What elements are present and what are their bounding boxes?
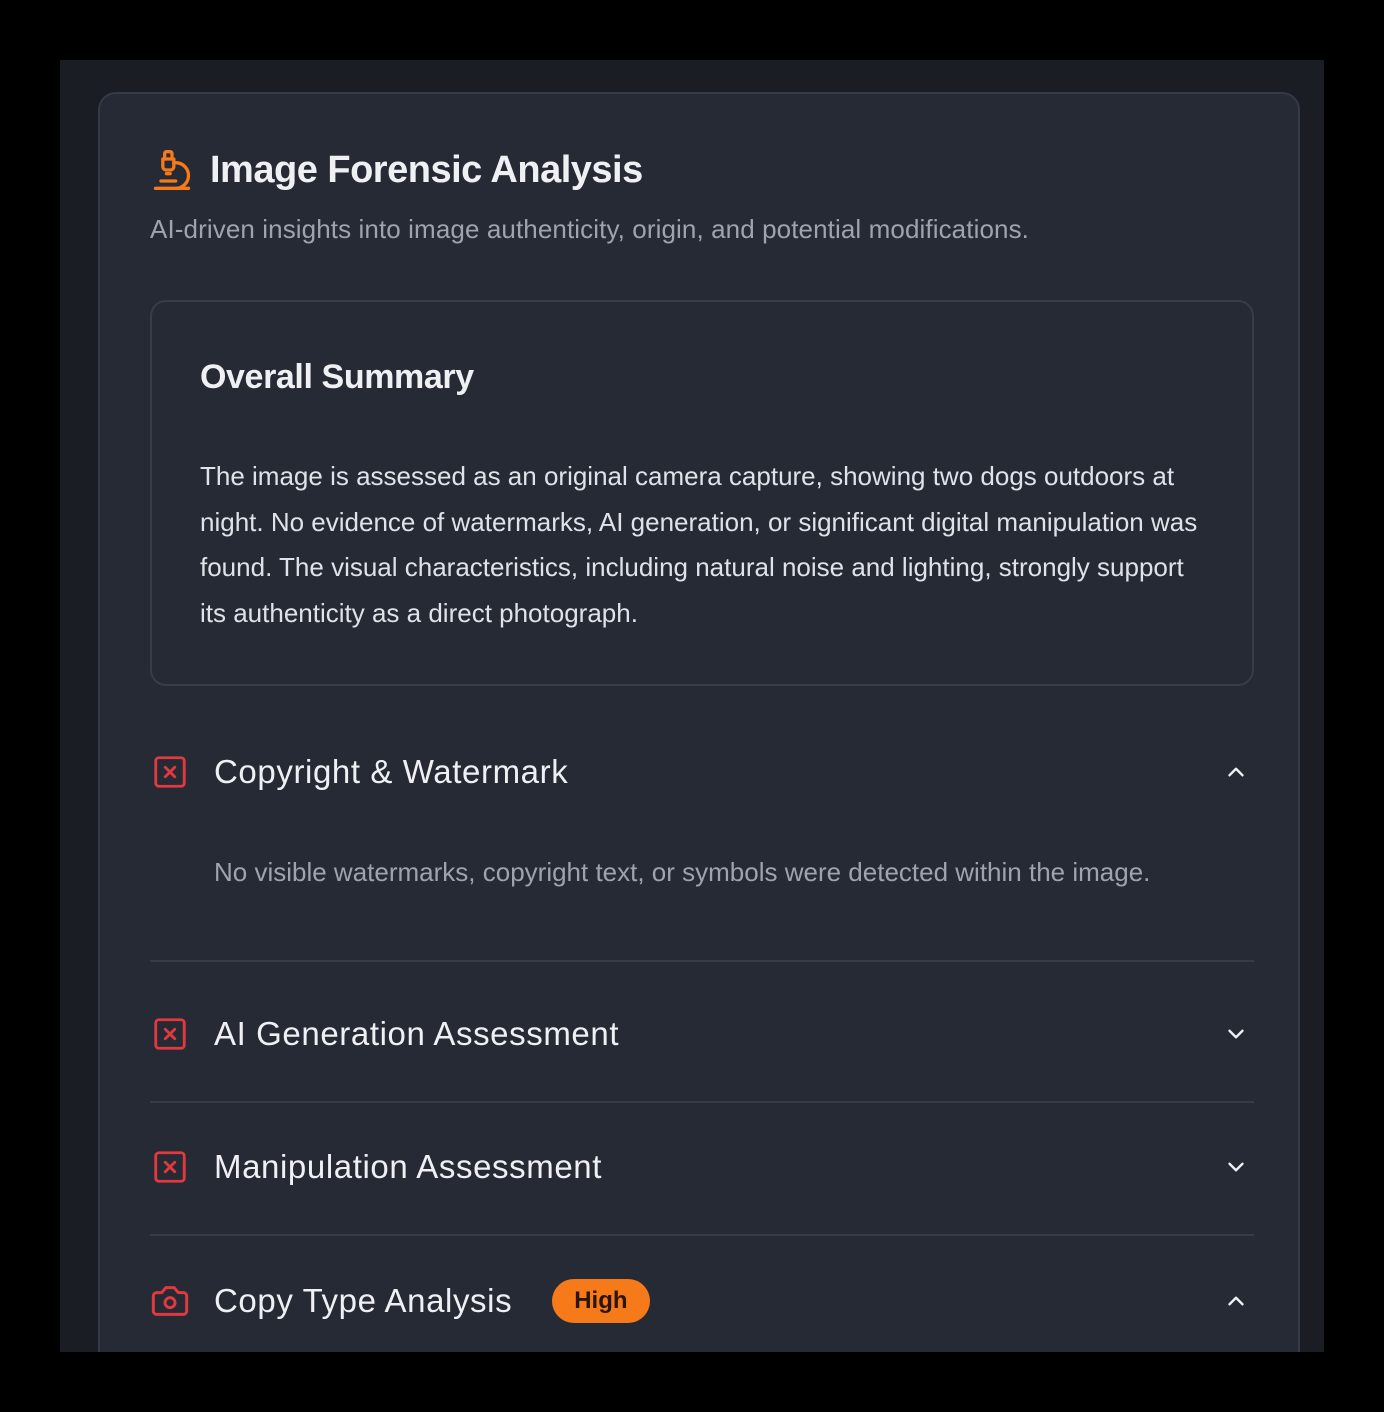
section-copy-type: Copy Type Analysis High [150, 1269, 1254, 1333]
section-ai-generation: AI Generation Assessment [150, 1002, 1254, 1103]
section-title: Copy Type Analysis [214, 1282, 513, 1319]
section-title: Manipulation Assessment [214, 1148, 602, 1185]
overall-summary-panel: Overall Summary The image is assessed as… [150, 300, 1254, 686]
page-subtitle: AI-driven insights into image authentici… [150, 214, 1029, 244]
chevron-up-icon[interactable] [1220, 756, 1252, 788]
page-title: Image Forensic Analysis [210, 148, 643, 191]
section-header-copy-type[interactable]: Copy Type Analysis High [150, 1269, 1254, 1333]
divider [150, 1234, 1254, 1236]
section-header-copyright[interactable]: Copyright & Watermark [150, 740, 1254, 804]
section-title: Copyright & Watermark [214, 753, 569, 790]
section-manipulation: Manipulation Assessment [150, 1135, 1254, 1236]
section-copyright-watermark: Copyright & Watermark No visible waterma… [150, 740, 1254, 962]
x-square-icon [150, 752, 190, 792]
x-square-icon [150, 1147, 190, 1187]
section-title: AI Generation Assessment [214, 1015, 620, 1052]
section-header-ai-generation[interactable]: AI Generation Assessment [150, 1002, 1254, 1066]
card-header: Image Forensic Analysis [150, 148, 643, 192]
section-header-manipulation[interactable]: Manipulation Assessment [150, 1135, 1254, 1199]
divider [150, 1101, 1254, 1103]
x-square-icon [150, 1014, 190, 1054]
confidence-badge: High [552, 1279, 650, 1323]
forensic-analysis-card: Image Forensic Analysis AI-driven insigh… [98, 92, 1300, 1352]
chevron-down-icon[interactable] [1220, 1018, 1252, 1050]
section-body: No visible watermarks, copyright text, o… [214, 857, 1151, 887]
app-frame: Image Forensic Analysis AI-driven insigh… [60, 60, 1324, 1352]
microscope-icon [150, 148, 194, 192]
summary-title: Overall Summary [200, 358, 474, 396]
summary-body: The image is assessed as an original cam… [200, 461, 1198, 628]
divider [150, 960, 1254, 962]
chevron-down-icon[interactable] [1220, 1151, 1252, 1183]
chevron-up-icon[interactable] [1220, 1285, 1252, 1317]
camera-icon [150, 1281, 190, 1321]
